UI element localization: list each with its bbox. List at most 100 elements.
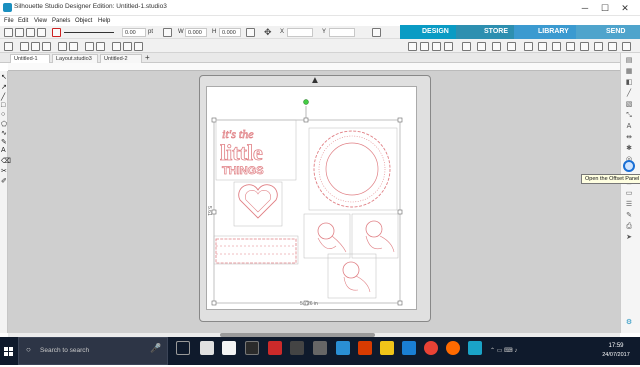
zoom-out-icon[interactable] <box>123 42 132 51</box>
menu-view[interactable]: View <box>34 16 47 26</box>
paste-icon[interactable] <box>31 42 40 51</box>
select-tool-icon[interactable]: ↖ <box>1 73 7 81</box>
clock-date[interactable]: 24/07/2017 <box>598 352 634 358</box>
open-file-icon[interactable] <box>15 28 24 37</box>
tab-send[interactable]: SEND <box>576 25 640 39</box>
settings-icon[interactable] <box>372 28 381 37</box>
sketch-icon[interactable]: ✎ <box>624 211 634 220</box>
page-setup-icon[interactable] <box>524 42 533 51</box>
edge-app-icon[interactable] <box>402 341 416 355</box>
line-style-preview[interactable] <box>64 32 114 33</box>
line-icon[interactable]: ╱ <box>624 89 634 98</box>
settings-panel-icon[interactable] <box>622 42 631 51</box>
explorer-app-icon[interactable] <box>200 341 214 355</box>
transform-icon[interactable]: ⤡ <box>624 111 634 120</box>
line-color-icon[interactable] <box>52 28 61 37</box>
zoom-in-icon[interactable] <box>112 42 121 51</box>
library-panel-icon[interactable] <box>580 42 589 51</box>
knife-tool-icon[interactable]: ✂ <box>1 167 7 175</box>
line-width-field[interactable]: 0.00 <box>122 28 146 37</box>
trace-panel-icon[interactable] <box>507 42 516 51</box>
menu-panels[interactable]: Panels <box>52 16 70 26</box>
layers-panel-icon[interactable]: ☰ <box>624 200 634 209</box>
folder-app-icon[interactable] <box>380 341 394 355</box>
send-panel-icon[interactable] <box>608 42 617 51</box>
firefox-app-icon[interactable] <box>446 341 460 355</box>
close-button[interactable]: ✕ <box>614 0 636 16</box>
tab-untitled-2[interactable]: Untitled-2 <box>100 54 142 63</box>
menu-edit[interactable]: Edit <box>18 16 28 26</box>
edit-points-icon[interactable]: ↗ <box>1 83 7 91</box>
menu-object[interactable]: Object <box>75 16 92 26</box>
redo-icon[interactable] <box>69 42 78 51</box>
fill-panel-icon[interactable] <box>408 42 417 51</box>
print-cut-icon[interactable]: ⎙ <box>624 222 634 231</box>
mail-app-icon[interactable] <box>336 341 350 355</box>
modify-panel-icon[interactable] <box>492 42 501 51</box>
clock-time[interactable]: 17:59 <box>600 343 632 349</box>
design-artwork[interactable]: it's the little THINGS <box>206 86 417 310</box>
calculator-app-icon[interactable] <box>313 341 327 355</box>
zoom-fit-icon[interactable] <box>134 42 143 51</box>
maximize-button[interactable]: ☐ <box>594 0 616 16</box>
undo-icon[interactable] <box>58 42 67 51</box>
copy-icon[interactable] <box>20 42 29 51</box>
offset-panel-icon[interactable] <box>623 160 635 172</box>
replicate-panel-icon[interactable] <box>477 42 486 51</box>
save-icon[interactable] <box>26 28 35 37</box>
pencil-tool-icon[interactable]: ✎ <box>1 138 7 146</box>
layers-icon[interactable] <box>566 42 575 51</box>
feed-arrow-icon[interactable]: ▲ <box>310 75 320 86</box>
line-tool-icon[interactable]: ╱ <box>1 93 5 101</box>
line-panel-icon[interactable] <box>420 42 429 51</box>
fill-icon[interactable]: ◧ <box>624 78 634 87</box>
eyedropper-tool-icon[interactable]: ✐ <box>1 177 7 185</box>
menu-file[interactable]: File <box>4 16 14 26</box>
tab-library[interactable]: LIBRARY <box>514 25 576 39</box>
align-icon[interactable]: ⇹ <box>624 133 634 142</box>
tab-store[interactable]: STORE <box>456 25 514 39</box>
ungroup-icon[interactable] <box>96 42 105 51</box>
tab-untitled-1[interactable]: Untitled-1 <box>10 54 50 63</box>
media-app-icon[interactable] <box>268 341 282 355</box>
menu-help[interactable]: Help <box>98 16 110 26</box>
page-setup-panel-icon[interactable]: ▭ <box>624 189 634 198</box>
send-icon[interactable]: ➤ <box>624 233 634 242</box>
settings-gear-icon[interactable]: ⚙ <box>624 318 634 327</box>
transform-panel-icon[interactable] <box>462 42 471 51</box>
move-icon[interactable]: ✥ <box>264 27 272 38</box>
text-tool-icon[interactable]: A <box>1 147 6 154</box>
tab-layout[interactable]: Layout.studio3 <box>52 54 98 63</box>
replicate-icon[interactable]: ✱ <box>624 144 634 153</box>
group-icon[interactable] <box>85 42 94 51</box>
minimize-button[interactable]: ─ <box>574 0 596 16</box>
select-icon[interactable] <box>4 42 13 51</box>
width-field[interactable]: 0.000 <box>185 28 207 37</box>
pointer-icon[interactable] <box>163 28 172 37</box>
polygon-tool-icon[interactable]: ⬠ <box>1 120 7 128</box>
hp-app-icon[interactable] <box>245 341 259 355</box>
curve-tool-icon[interactable]: ∿ <box>1 129 7 137</box>
microphone-icon[interactable]: 🎤 <box>150 343 161 354</box>
delete-icon[interactable] <box>42 42 51 51</box>
ellipse-tool-icon[interactable]: ○ <box>1 111 5 118</box>
start-button[interactable] <box>0 337 18 365</box>
print-icon[interactable] <box>37 28 46 37</box>
text-style-icon[interactable]: A <box>624 122 634 131</box>
registration-icon[interactable] <box>552 42 561 51</box>
chrome-app-icon[interactable] <box>424 341 438 355</box>
display-app-icon[interactable] <box>290 341 304 355</box>
y-field[interactable] <box>329 28 355 37</box>
store-panel-icon[interactable] <box>594 42 603 51</box>
task-view-icon[interactable] <box>176 341 190 355</box>
lock-aspect-icon[interactable] <box>246 28 255 37</box>
grid-icon[interactable]: ▧ <box>624 100 634 109</box>
text-panel-icon[interactable] <box>444 42 453 51</box>
eraser-tool-icon[interactable]: ⌫ <box>1 157 11 165</box>
store-app-icon[interactable] <box>222 341 236 355</box>
x-field[interactable] <box>287 28 313 37</box>
grid-panel-icon[interactable] <box>432 42 441 51</box>
new-file-icon[interactable] <box>4 28 13 37</box>
design-panel-icon[interactable]: ▤ <box>624 56 634 65</box>
tray-icons[interactable]: ⌃ ▭ ⌨ ♪ <box>490 347 517 354</box>
